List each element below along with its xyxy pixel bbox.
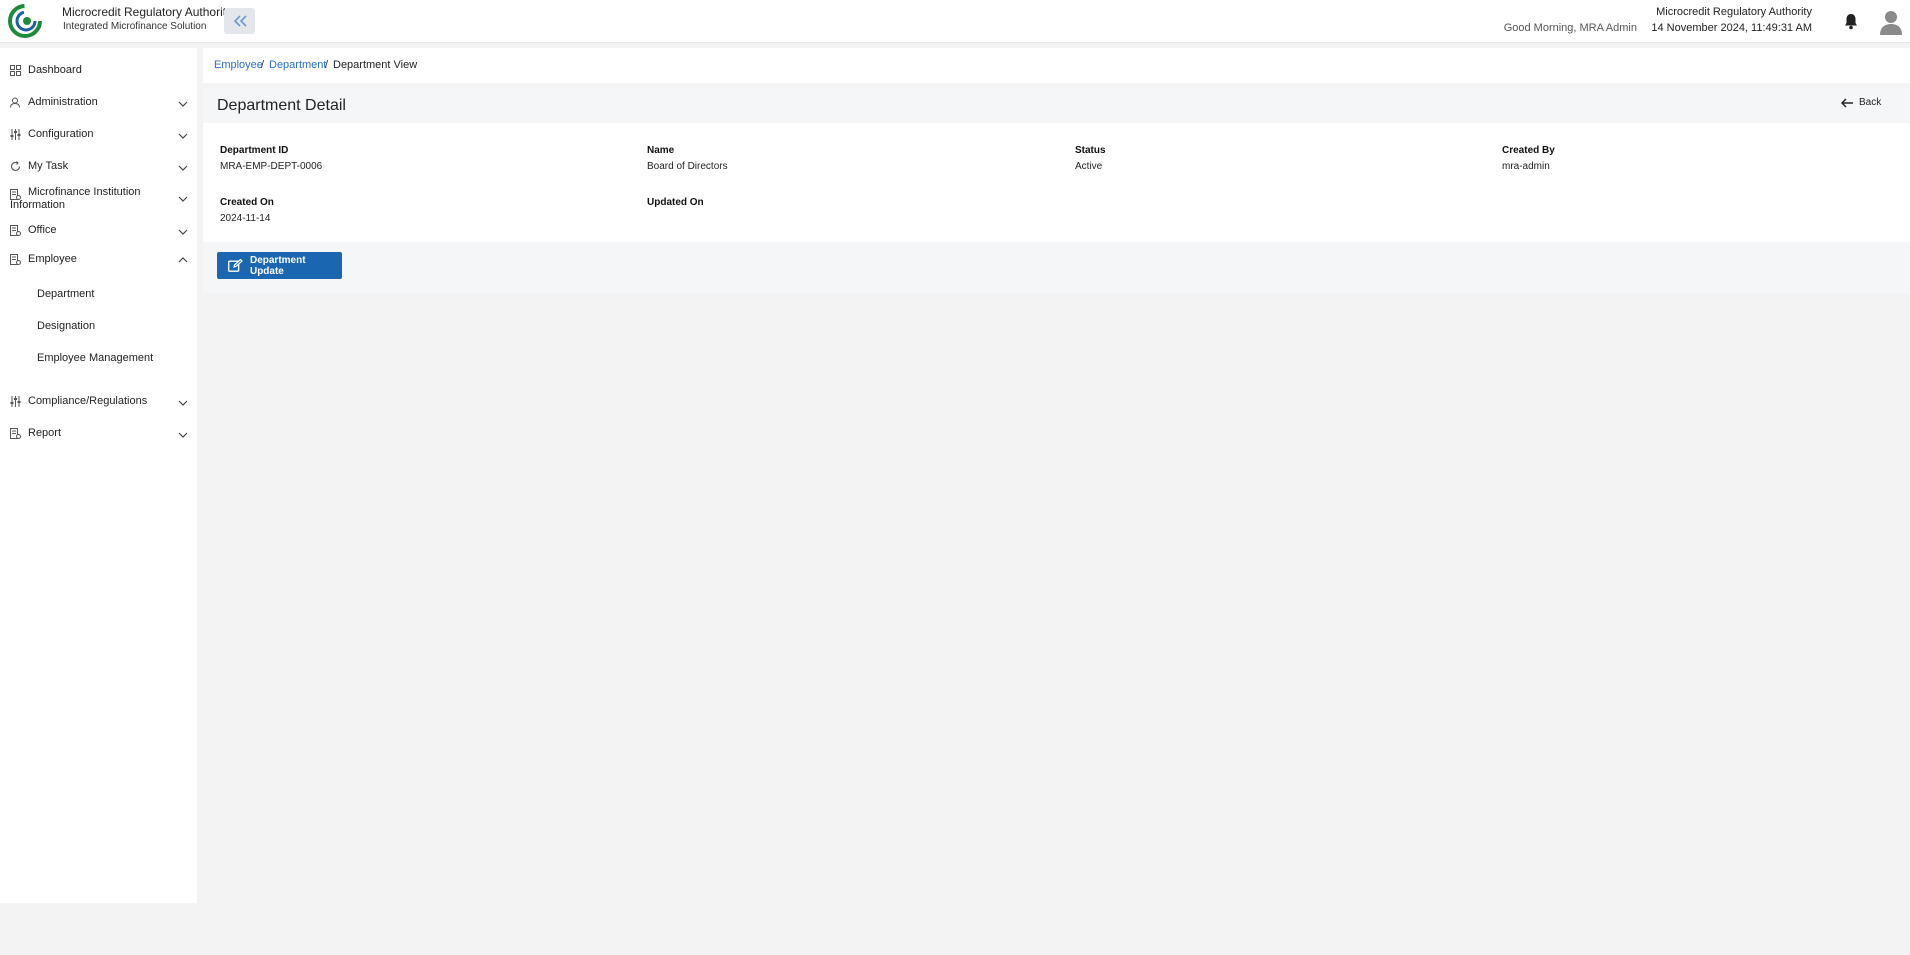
- compliance-icon: [10, 396, 21, 407]
- chevron-down-icon: [178, 133, 188, 139]
- employee-icon: [10, 254, 21, 265]
- sidebar-item-microfinance-institution-information[interactable]: Microfinance Institution Information: [0, 186, 197, 214]
- chevron-down-icon: [178, 229, 188, 235]
- report-icon: [10, 428, 21, 439]
- sidebar-subitem-employee-management[interactable]: Employee Management: [37, 352, 153, 364]
- created-on-value: 2024-11-14: [220, 213, 271, 224]
- sidebar-item-label: Office: [28, 224, 57, 236]
- sidebar-item-my-task[interactable]: My Task: [0, 160, 197, 174]
- back-label: Back: [1859, 97, 1882, 108]
- created-on-label: Created On: [220, 197, 274, 208]
- sidebar-item-label: Administration: [28, 96, 98, 108]
- sidebar-item-label: Report: [28, 427, 62, 439]
- brand-title: Microcredit Regulatory Authority: [62, 5, 233, 19]
- department-detail-card: Department Detail Back Department ID MRA…: [203, 88, 1910, 293]
- chevron-down-icon: [178, 165, 188, 171]
- name-value: Board of Directors: [647, 161, 728, 172]
- breadcrumb-separator: /: [261, 59, 265, 71]
- sidebar-item-label: Microfinance Institution Information: [10, 186, 141, 211]
- sidebar-item-label: My Task: [28, 160, 69, 172]
- sidebar-item-employee[interactable]: Employee: [0, 253, 197, 267]
- breadcrumb-current: Department View: [333, 59, 418, 71]
- chevron-down-icon: [178, 400, 188, 406]
- sidebar-item-label: Dashboard: [28, 64, 82, 76]
- back-button[interactable]: Back: [1841, 97, 1881, 108]
- current-datetime: 14 November 2024, 11:49:31 AM: [1651, 22, 1812, 34]
- admin-icon: [10, 97, 20, 108]
- sidebar-subitem-designation[interactable]: Designation: [37, 320, 95, 332]
- status-label: Status: [1075, 145, 1106, 156]
- detail-header: Department Detail Back: [203, 88, 1910, 123]
- top-header: Microcredit Regulatory Authority Integra…: [0, 0, 1910, 43]
- double-chevron-left-icon: [233, 15, 247, 27]
- chevron-down-icon: [178, 432, 188, 438]
- chevron-up-icon: [178, 257, 188, 263]
- org-name: Microcredit Regulatory Authority: [1656, 6, 1812, 18]
- notification-bell-icon[interactable]: [1843, 13, 1859, 30]
- arrow-left-icon: [1841, 97, 1853, 108]
- office-icon: [10, 225, 21, 236]
- name-label: Name: [647, 145, 675, 156]
- created-by-label: Created By: [1502, 145, 1555, 156]
- updated-on-label: Updated On: [647, 197, 704, 208]
- breadcrumb-department-link[interactable]: Department: [269, 59, 326, 71]
- sidebar-collapse-button[interactable]: [224, 8, 255, 34]
- created-by-value: mra-admin: [1502, 161, 1550, 172]
- sidebar-item-label: Compliance/Regulations: [28, 395, 148, 407]
- status-value: Active: [1075, 161, 1103, 172]
- user-avatar[interactable]: [1879, 9, 1903, 35]
- action-bar: Department Update: [203, 242, 1910, 293]
- config-icon: [10, 129, 21, 140]
- sidebar-subitem-department[interactable]: Department: [37, 288, 94, 300]
- department-update-label: Department Update: [249, 254, 306, 277]
- sidebar-item-dashboard[interactable]: Dashboard: [0, 64, 197, 78]
- chevron-down-icon: [178, 101, 188, 107]
- department-id-label: Department ID: [220, 145, 289, 156]
- brand-subtitle: Integrated Microfinance Solution: [63, 21, 207, 32]
- department-id-value: MRA-EMP-DEPT-0006: [220, 161, 323, 172]
- breadcrumb-separator: /: [325, 59, 329, 71]
- chevron-down-icon: [178, 196, 188, 202]
- mra-logo[interactable]: [8, 3, 56, 39]
- sidebar: Dashboard Administration Configuration M…: [0, 48, 197, 903]
- edit-icon: [228, 259, 243, 272]
- department-update-button[interactable]: Department Update: [217, 252, 342, 279]
- sidebar-item-configuration[interactable]: Configuration: [0, 128, 197, 142]
- page-title: Department Detail: [217, 97, 346, 114]
- sidebar-item-administration[interactable]: Administration: [0, 96, 197, 110]
- sidebar-item-report[interactable]: Report: [0, 427, 197, 441]
- breadcrumb-employee-link[interactable]: Employee: [214, 59, 263, 71]
- sidebar-item-label: Configuration: [28, 128, 94, 140]
- breadcrumb: Employee / Department / Department View: [203, 48, 1910, 83]
- greeting-text: Good Morning, MRA Admin: [1503, 22, 1637, 34]
- sidebar-item-office[interactable]: Office: [0, 224, 197, 238]
- sidebar-item-compliance-regulations[interactable]: Compliance/Regulations: [0, 395, 197, 409]
- sidebar-item-label: Employee: [28, 253, 77, 265]
- dashboard-icon: [10, 65, 21, 76]
- task-icon: [10, 161, 21, 172]
